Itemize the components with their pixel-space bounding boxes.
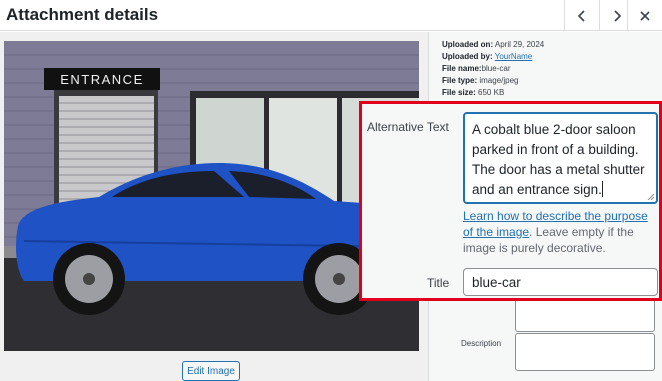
- file-size-label: File size:: [442, 88, 476, 97]
- file-size-row: File size: 650 KB: [442, 88, 504, 97]
- file-name-row: File name:blue-car: [442, 64, 510, 73]
- uploaded-by-row: Uploaded by: YourName: [442, 52, 532, 61]
- text-caret: [601, 181, 603, 197]
- uploaded-on-value: April 29, 2024: [494, 40, 545, 49]
- alt-text-value: A cobalt blue 2-door saloon parked in fr…: [472, 122, 645, 197]
- chevron-left-icon: [577, 9, 585, 22]
- alt-text-textarea[interactable]: A cobalt blue 2-door saloon parked in fr…: [463, 112, 658, 204]
- attachment-image: ENTRANCE: [4, 41, 419, 351]
- alt-text-help: Learn how to describe the purpose of the…: [463, 208, 661, 256]
- chevron-right-icon: [614, 9, 622, 22]
- description-label: Description: [461, 339, 502, 348]
- file-name-label: File name:: [442, 64, 482, 73]
- modal-header: Attachment details: [0, 0, 662, 31]
- file-type-row: File type: image/jpeg: [442, 76, 519, 85]
- uploaded-on-label: Uploaded on:: [442, 40, 494, 49]
- resize-grip-icon[interactable]: [647, 193, 654, 200]
- alt-text-label: Alternative Text: [367, 120, 449, 134]
- close-button[interactable]: [627, 0, 662, 31]
- description-textarea[interactable]: [515, 333, 655, 371]
- entrance-sign: ENTRANCE: [60, 72, 144, 87]
- title-label: Title: [427, 276, 450, 290]
- title-input[interactable]: [463, 268, 658, 296]
- highlighted-alt-text-panel: Alternative Text A cobalt blue 2-door sa…: [359, 101, 662, 301]
- edit-image-button[interactable]: Edit Image: [182, 361, 240, 381]
- car-photo-graphic: ENTRANCE: [4, 41, 419, 351]
- file-name-value: blue-car: [481, 64, 511, 73]
- uploaded-by-label: Uploaded by:: [442, 52, 493, 61]
- uploaded-on-row: Uploaded on: April 29, 2024: [442, 40, 544, 49]
- close-icon: [640, 10, 650, 21]
- file-type-label: File type:: [442, 76, 478, 85]
- modal-title: Attachment details: [6, 5, 159, 24]
- uploaded-by-link[interactable]: YourName: [495, 52, 533, 61]
- previous-button[interactable]: [564, 0, 599, 31]
- file-size-value: 650 KB: [478, 88, 505, 97]
- file-type-value: image/jpeg: [479, 76, 519, 85]
